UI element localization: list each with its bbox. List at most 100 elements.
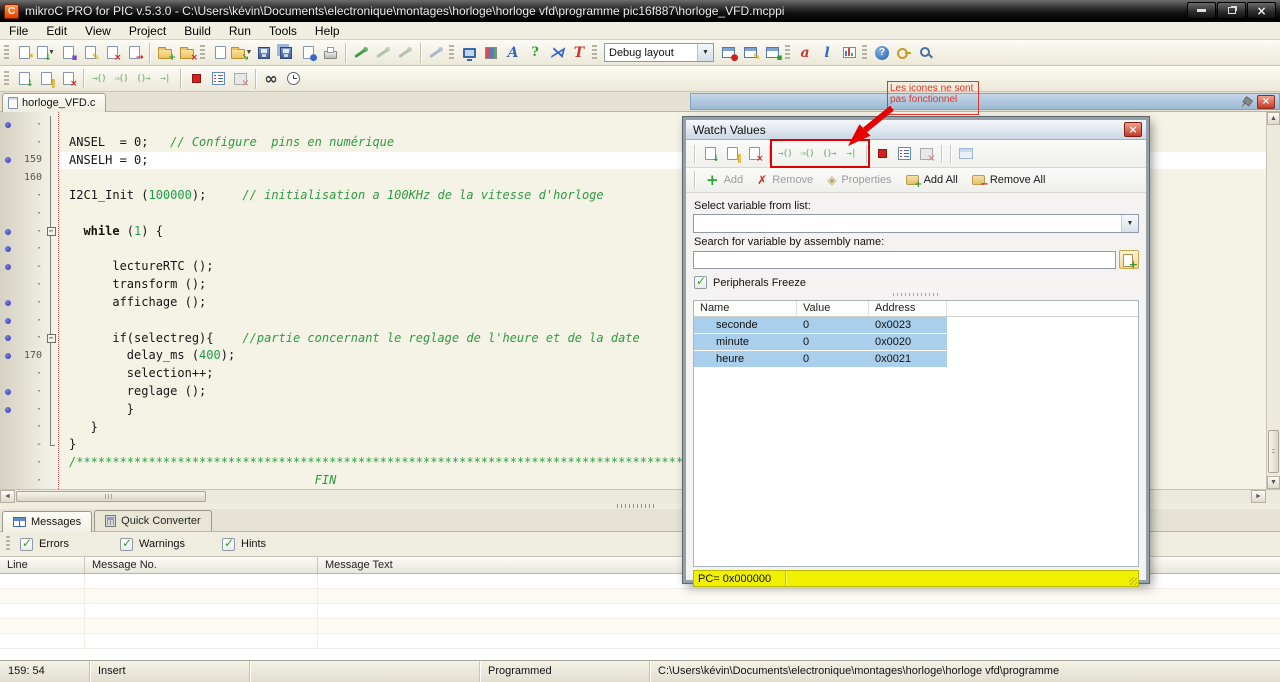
minimize-button[interactable]	[1187, 2, 1216, 19]
filter-warnings[interactable]: Warnings	[120, 537, 222, 551]
tab-horloge-vfd[interactable]: horloge_VFD.c	[2, 93, 107, 112]
wv-stop-debugger-icon[interactable]: ×	[743, 143, 765, 165]
add-button[interactable]: + Add	[699, 173, 750, 188]
export-project-icon[interactable]: →	[123, 42, 145, 64]
wv-breakpoints-window-icon[interactable]	[893, 143, 915, 165]
goto-line-icon[interactable]: l	[816, 42, 838, 64]
step-over-icon[interactable]: ⇒()	[110, 68, 132, 90]
breakpoint-dot-icon[interactable]	[5, 353, 11, 360]
watch-row[interactable]: minute 0 0x0020	[694, 334, 1138, 351]
peripherals-freeze-checkbox[interactable]	[694, 275, 707, 289]
assembly-name-input[interactable]	[693, 250, 1116, 269]
step-out-icon[interactable]: ()→	[132, 68, 154, 90]
scroll-left-icon[interactable]: ◄	[0, 490, 15, 503]
menu-item-run[interactable]: Run	[220, 24, 260, 38]
column-address[interactable]: Address	[869, 301, 947, 316]
open-file-icon[interactable]: ↘ ▼	[231, 42, 253, 64]
pin-icon[interactable]	[1238, 93, 1255, 110]
hints-checkbox[interactable]	[222, 537, 235, 551]
add-all-button[interactable]: + Add All	[899, 174, 965, 190]
column-value[interactable]: Value	[797, 301, 869, 316]
variable-combobox[interactable]: ▼	[693, 214, 1139, 233]
add-file-to-project-icon[interactable]: +	[154, 42, 176, 64]
step-into-icon[interactable]: →()	[88, 68, 110, 90]
save-all-files-icon[interactable]	[275, 42, 297, 64]
menu-item-view[interactable]: View	[76, 24, 120, 38]
stop-debugger-icon[interactable]: ×	[57, 68, 79, 90]
breakpoints-window-icon[interactable]	[207, 68, 229, 90]
dialog-splitter-grip[interactable]	[893, 293, 939, 296]
breakpoint-dot-icon[interactable]	[5, 157, 11, 164]
wv-toggle-breakpoint-icon[interactable]	[871, 143, 893, 165]
new-project-icon[interactable]: *	[13, 42, 35, 64]
breakpoint-dot-icon[interactable]	[5, 246, 11, 253]
save-project-icon[interactable]: ▪	[57, 42, 79, 64]
menu-item-edit[interactable]: Edit	[37, 24, 76, 38]
scroll-down-icon[interactable]: ▼	[1267, 476, 1280, 489]
menu-item-file[interactable]: File	[0, 24, 37, 38]
scroll-right-icon[interactable]: ►	[1251, 490, 1266, 503]
udp-terminal-icon[interactable]: ⋊	[546, 42, 568, 64]
peripherals-freeze-option[interactable]: Peripherals Freeze	[694, 275, 1139, 289]
breakpoint-dot-icon[interactable]	[5, 228, 11, 235]
wv-run-to-cursor-icon[interactable]: →|	[840, 143, 862, 165]
edit-layout-icon[interactable]: ✎	[739, 42, 761, 64]
build-all-projects-icon[interactable]	[394, 42, 416, 64]
scroll-up-icon[interactable]: ▲	[1267, 112, 1280, 125]
wv-step-out-icon[interactable]: ()→	[818, 143, 840, 165]
breakpoint-dot-icon[interactable]	[5, 388, 11, 395]
add-variable-icon[interactable]	[1119, 250, 1139, 270]
stopwatch-icon[interactable]	[282, 68, 304, 90]
restore-button[interactable]	[1217, 2, 1246, 19]
editor-vertical-scrollbar[interactable]: ▲ ▼	[1266, 112, 1280, 489]
column-name[interactable]: Name	[694, 301, 797, 316]
tab-quick-converter[interactable]: Quick Converter	[94, 510, 212, 531]
clear-breakpoints-icon[interactable]	[229, 68, 251, 90]
license-key-icon[interactable]	[893, 42, 915, 64]
help-icon[interactable]: ?	[871, 42, 893, 64]
set-layout-icon[interactable]: ▪	[761, 42, 783, 64]
close-button[interactable]: ×	[1247, 2, 1276, 19]
chevron-down-icon[interactable]: ▼	[1121, 215, 1138, 232]
watch-row[interactable]: heure 0 0x0021	[694, 351, 1138, 368]
editor-close-icon[interactable]: ×	[1257, 94, 1275, 109]
eeprom-editor-icon[interactable]	[480, 42, 502, 64]
edit-project-icon[interactable]: ✎	[79, 42, 101, 64]
errors-checkbox[interactable]	[20, 537, 33, 551]
active-comment-icon[interactable]: a	[794, 42, 816, 64]
watch-window-icon[interactable]: ∞	[260, 68, 282, 90]
open-project-icon[interactable]: ↓ ▼	[35, 42, 57, 64]
tab-messages[interactable]: Messages	[2, 511, 93, 532]
print-icon[interactable]	[319, 42, 341, 64]
build-and-program-icon[interactable]	[425, 42, 447, 64]
ascii-chart-icon[interactable]: A	[502, 42, 524, 64]
menu-item-tools[interactable]: Tools	[260, 24, 306, 38]
horizontal-scroll-thumb[interactable]	[16, 491, 206, 502]
remove-all-button[interactable]: − Remove All	[965, 174, 1053, 190]
filter-errors[interactable]: Errors	[20, 537, 120, 551]
breakpoint-dot-icon[interactable]	[5, 121, 11, 128]
save-file-icon[interactable]	[253, 42, 275, 64]
breakpoint-dot-icon[interactable]	[5, 299, 11, 306]
close-project-icon[interactable]: ×	[101, 42, 123, 64]
column-line[interactable]: Line	[0, 557, 85, 573]
context-help-icon[interactable]	[915, 42, 937, 64]
breakpoint-dot-icon[interactable]	[5, 317, 11, 324]
dialog-close-icon[interactable]: ×	[1124, 122, 1142, 137]
print-preview-icon[interactable]: ●	[297, 42, 319, 64]
menu-item-help[interactable]: Help	[306, 24, 349, 38]
rebuild-all-icon[interactable]	[372, 42, 394, 64]
wv-window-icon[interactable]	[955, 143, 977, 165]
wv-run-pause-icon[interactable]: ‖	[721, 143, 743, 165]
vertical-scroll-thumb[interactable]	[1268, 430, 1279, 473]
remove-button[interactable]: ✗ Remove	[750, 174, 820, 186]
chevron-down-icon[interactable]: ▼	[697, 44, 713, 61]
breakpoint-dot-icon[interactable]	[5, 264, 11, 271]
layout-combobox[interactable]: Debug layout ▼	[604, 43, 714, 62]
statistics-icon[interactable]	[838, 42, 860, 64]
seven-segment-editor-icon[interactable]: T	[568, 42, 590, 64]
save-layout-icon[interactable]: ●	[717, 42, 739, 64]
remove-file-from-project-icon[interactable]: ×	[176, 42, 198, 64]
start-debugger-icon[interactable]: ↓	[13, 68, 35, 90]
column-message-no[interactable]: Message No.	[85, 557, 318, 573]
